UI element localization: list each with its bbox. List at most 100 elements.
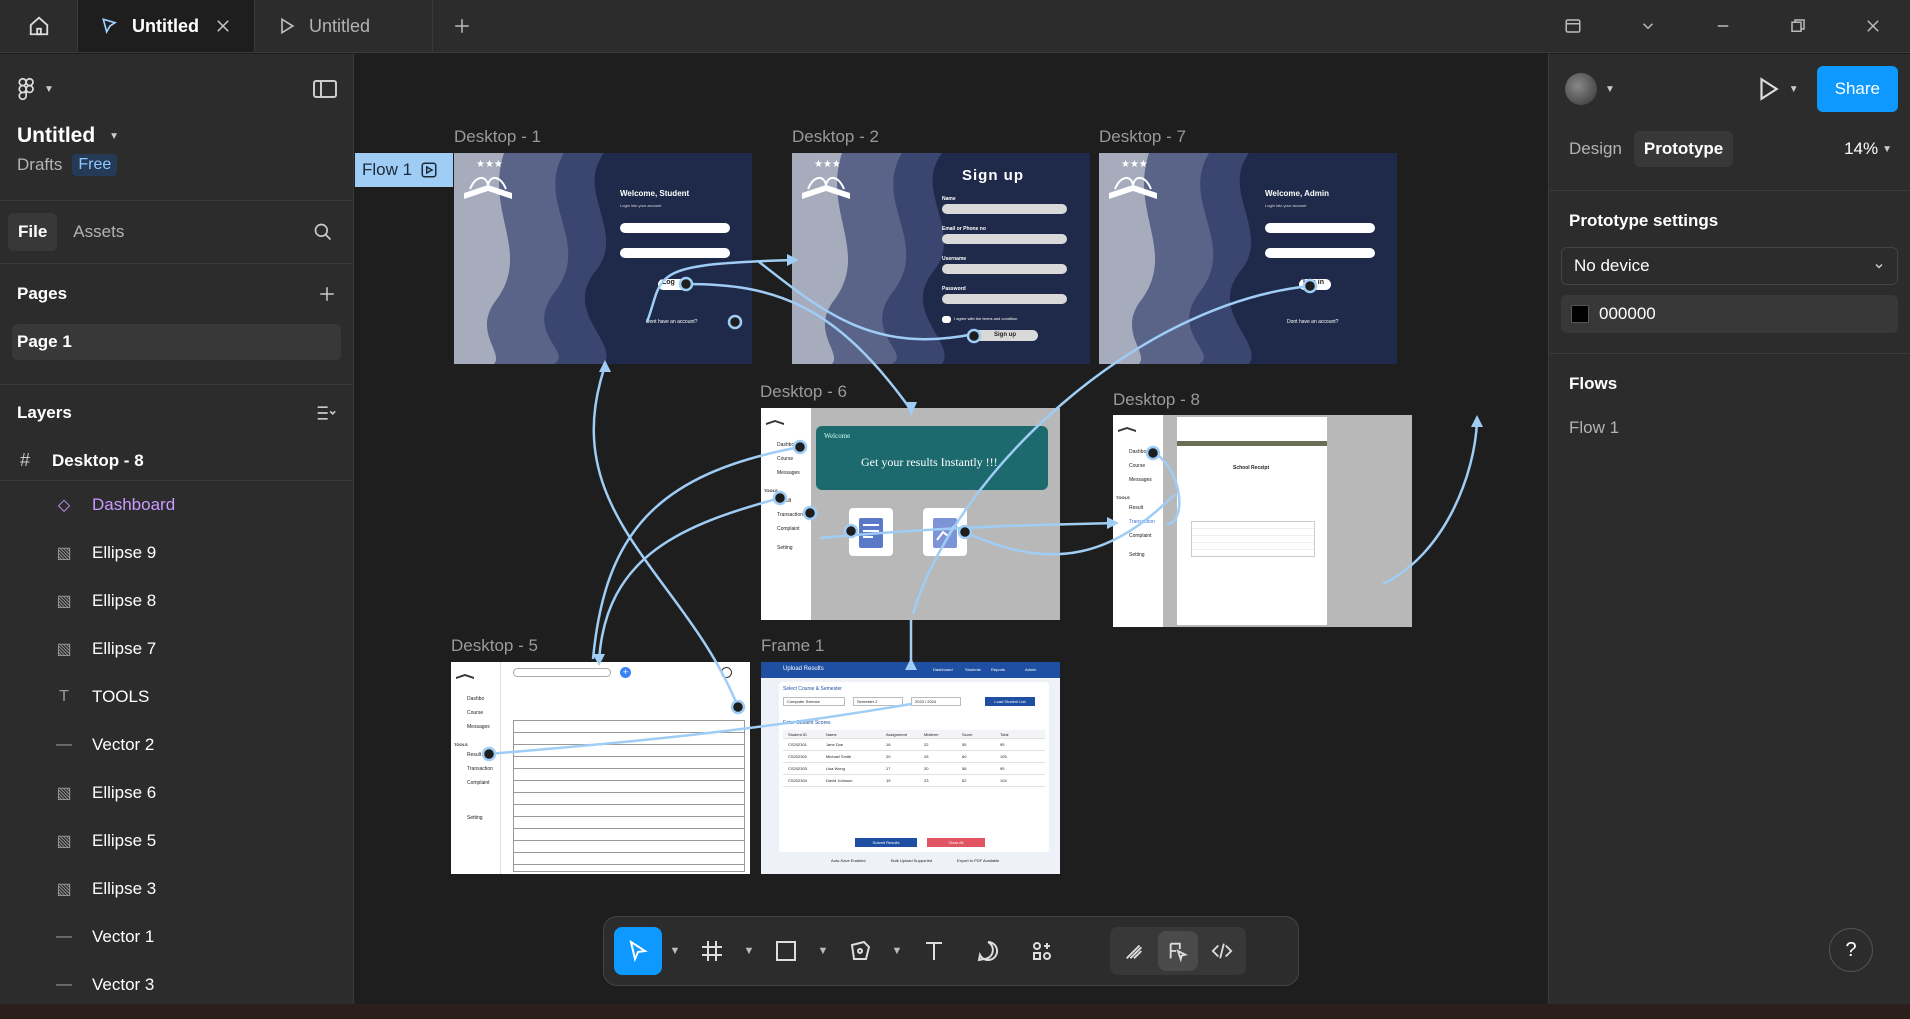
table-cell[interactable]: 95 [995, 766, 1033, 771]
password-input[interactable] [1265, 248, 1375, 258]
close-window-button[interactable] [1835, 0, 1910, 52]
add-page-icon[interactable] [318, 285, 336, 303]
nav-dashboard[interactable]: Dashboard [933, 667, 953, 672]
frame-label-d2[interactable]: Desktop - 2 [792, 127, 879, 147]
sidebar-item-result[interactable]: Result [1129, 505, 1143, 511]
help-button[interactable]: ? [1829, 928, 1873, 972]
page-item[interactable]: Page 1 [12, 324, 341, 360]
comment-tool[interactable] [964, 927, 1012, 975]
table-cell[interactable]: 18 [881, 742, 919, 747]
sidebar-item-course[interactable]: Course [467, 710, 483, 716]
frame-label-d6[interactable]: Desktop - 6 [760, 382, 847, 402]
pen-tool[interactable] [836, 927, 884, 975]
sidebar-item-messages[interactable]: Messages [1129, 477, 1152, 483]
design-mode[interactable] [1158, 931, 1198, 971]
flow-item[interactable]: Flow 1 [1569, 418, 1890, 438]
nav-students[interactable]: Students [965, 667, 981, 672]
submit-results-button[interactable]: Submit Results [855, 838, 917, 847]
report-icon[interactable] [923, 508, 967, 556]
sidebar-item-course[interactable]: Course [777, 456, 793, 462]
table-cell[interactable]: 95 [995, 742, 1033, 747]
flow-start-badge[interactable]: Flow 1 [355, 153, 453, 187]
clipboard-icon[interactable] [849, 508, 893, 556]
password-input[interactable] [942, 294, 1067, 304]
sidebar-item-messages[interactable]: Messages [467, 724, 490, 730]
table-cell[interactable]: 19 [881, 778, 919, 783]
avatar[interactable] [1565, 73, 1597, 105]
frame-1[interactable]: Upload Results Dashboard Students Report… [761, 662, 1060, 874]
chevron-down-icon[interactable]: ▼ [1605, 84, 1615, 95]
sidebar-item-transaction[interactable]: Transaction [1129, 519, 1155, 525]
chevron-down-icon[interactable]: ▼ [1882, 144, 1892, 155]
table-cell[interactable]: 20 [919, 766, 957, 771]
layer-item[interactable]: ▧ Ellipse 8 [0, 577, 353, 625]
layer-item[interactable]: ◇ Dashboard [0, 481, 353, 529]
tab-prototype[interactable]: Prototype [1633, 131, 1734, 167]
shape-tool-menu[interactable]: ▼ [816, 945, 830, 957]
background-color-field[interactable]: 000000 [1561, 295, 1898, 333]
frame-desktop-7[interactable]: ★★★ Welcome, Admin Login into your accou… [1099, 153, 1397, 364]
course-select[interactable]: Computer Science [783, 697, 845, 706]
semester-select[interactable]: Semester 2 [853, 697, 903, 706]
sidebar-item-complaint[interactable]: Complaint [467, 780, 490, 786]
layout-panel-icon[interactable] [313, 79, 337, 99]
add-button[interactable]: + [620, 667, 631, 678]
name-input[interactable] [942, 204, 1067, 214]
sidebar-item-setting[interactable]: Setting [777, 545, 793, 551]
collapse-layers-icon[interactable] [316, 404, 336, 422]
search-icon[interactable] [313, 222, 333, 242]
sidebar-item-result[interactable]: Result [777, 498, 791, 504]
home-button[interactable] [0, 0, 78, 52]
email-input[interactable] [942, 234, 1067, 244]
layer-item[interactable]: ▧ Ellipse 3 [0, 865, 353, 913]
clear-all-button[interactable]: Clear All [927, 838, 985, 847]
layer-item[interactable]: ▧ Ellipse 6 [0, 769, 353, 817]
sidebar-item-complaint[interactable]: Complaint [777, 526, 800, 532]
sidebar-item-transaction[interactable]: Transaction [777, 512, 803, 518]
present-play-icon[interactable] [1755, 76, 1781, 102]
actions-tool[interactable] [1018, 927, 1066, 975]
sidebar-toggle-button[interactable] [1535, 0, 1610, 52]
file-name[interactable]: Untitled [17, 124, 95, 148]
device-select[interactable]: No device [1561, 247, 1898, 285]
sidebar-item-transaction[interactable]: Transaction [467, 766, 493, 772]
move-tool[interactable] [614, 927, 662, 975]
login-button[interactable]: Log in [1299, 279, 1331, 290]
frame-label-d8[interactable]: Desktop - 8 [1113, 390, 1200, 410]
new-tab-button[interactable] [433, 0, 491, 52]
table-cell[interactable]: 104 [995, 778, 1033, 783]
layer-item[interactable]: ▧ Ellipse 5 [0, 817, 353, 865]
sidebar-item-messages[interactable]: Messages [777, 470, 800, 476]
minimize-button[interactable] [1685, 0, 1760, 52]
tab-untitled-play[interactable]: Untitled [255, 0, 433, 52]
sidebar-item-course[interactable]: Course [1129, 463, 1145, 469]
nav-reports[interactable]: Reports [991, 667, 1005, 672]
username-input[interactable] [942, 264, 1067, 274]
tab-file[interactable]: File [8, 213, 58, 251]
table-cell[interactable]: 23 [919, 778, 957, 783]
dev-mode[interactable] [1202, 931, 1242, 971]
frame-desktop-2[interactable]: ★★★ Sign up Name Email or Phone no Usern… [792, 153, 1090, 364]
layer-item[interactable]: T TOOLS [0, 673, 353, 721]
frame-label-d5[interactable]: Desktop - 5 [451, 636, 538, 656]
draw-mode[interactable] [1114, 931, 1154, 971]
color-swatch[interactable] [1571, 305, 1589, 323]
tab-untitled-active[interactable]: Untitled [78, 0, 255, 52]
sidebar-item-result[interactable]: Result [467, 752, 481, 758]
username-input[interactable] [1265, 223, 1375, 233]
sidebar-item-dashboard[interactable]: Dashbo [777, 442, 794, 448]
frame-desktop-5[interactable]: Dashbo Course Messages TOOLS Result Tran… [451, 662, 750, 874]
sidebar-item-dashboard[interactable]: Dashbo [1129, 449, 1146, 455]
layer-item[interactable]: ▧ Ellipse 7 [0, 625, 353, 673]
login-button[interactable]: Log [658, 279, 688, 290]
avatar[interactable] [721, 667, 732, 678]
tab-assets[interactable]: Assets [63, 213, 134, 251]
frame-label-d7[interactable]: Desktop - 7 [1099, 127, 1186, 147]
canvas[interactable]: Flow 1 Desktop - 1 Desktop - 2 Desktop -… [355, 54, 1548, 1004]
frame-tool-menu[interactable]: ▼ [742, 945, 756, 957]
sidebar-item-setting[interactable]: Setting [467, 815, 483, 821]
signup-button[interactable]: Sign up [972, 330, 1038, 341]
sidebar-item-setting[interactable]: Setting [1129, 552, 1145, 558]
search-input[interactable] [513, 668, 611, 677]
maximize-button[interactable] [1760, 0, 1835, 52]
